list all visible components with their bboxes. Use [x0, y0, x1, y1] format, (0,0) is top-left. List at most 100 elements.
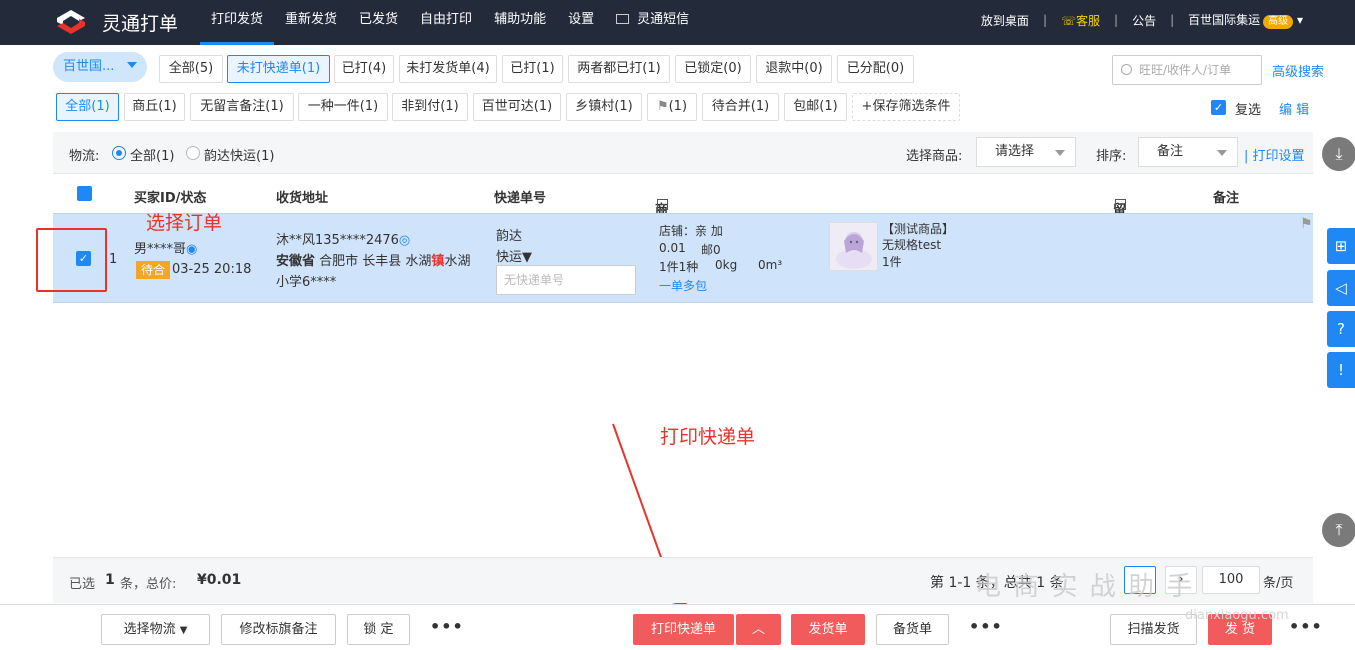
search-icon: [1121, 64, 1132, 75]
express-type-select[interactable]: 快运▼: [496, 246, 532, 265]
buyer-id[interactable]: 男****哥◉: [134, 238, 197, 257]
radio-all[interactable]: [112, 146, 126, 160]
filter-flag[interactable]: ⚑(1): [647, 93, 697, 121]
address-part: 合肥市 长丰县 水湖: [319, 254, 432, 269]
caret-down-icon: [126, 62, 137, 68]
col-address: 收货地址: [276, 191, 329, 206]
tab-locked[interactable]: 已锁定(0): [675, 55, 751, 83]
filter-shangqiu[interactable]: 商丘(1): [124, 93, 185, 121]
nav-reship[interactable]: 重新发货: [274, 0, 348, 45]
address-province: 安徽省: [276, 254, 316, 269]
eye-icon[interactable]: ◎: [399, 233, 410, 248]
modify-flag-button[interactable]: 修改标旗备注: [221, 614, 336, 645]
filter-free-shipping[interactable]: 包邮(1): [784, 93, 847, 121]
page-size-select[interactable]: 100: [1202, 566, 1260, 594]
tab-printed[interactable]: 已打(4): [334, 55, 394, 83]
filter-pending-merge[interactable]: 待合并(1): [702, 93, 779, 121]
chevron-up-icon: ︿: [751, 622, 765, 637]
nav-tools[interactable]: 辅助功能: [483, 0, 557, 45]
goods-label: 选择商品:: [906, 149, 963, 164]
download-icon[interactable]: ⤓: [1322, 137, 1355, 171]
notice-link[interactable]: 公告: [1132, 12, 1156, 29]
sort-select[interactable]: 备注: [1138, 137, 1238, 167]
back-to-top-icon[interactable]: ⤒: [1322, 513, 1355, 547]
nav-settings[interactable]: 设置: [557, 0, 605, 45]
caret-down-icon: ▼: [522, 250, 533, 265]
collapse-icon[interactable]: [1115, 199, 1126, 210]
lock-button[interactable]: 锁 定: [347, 614, 410, 645]
more-actions-button[interactable]: •••: [430, 617, 464, 636]
nav-shipped[interactable]: 已发货: [348, 0, 409, 45]
order-weight: 0kg: [715, 258, 738, 272]
nav-print-ship[interactable]: 打印发货: [200, 0, 275, 45]
more-ship-button[interactable]: •••: [1289, 617, 1323, 636]
table-row[interactable]: ✓ 1 男****哥◉ 待合 03-25 20:18 沐**风135****24…: [53, 213, 1313, 303]
more-print-button[interactable]: •••: [969, 617, 1003, 636]
tab-refunding[interactable]: 退款中(0): [756, 55, 832, 83]
print-settings-link[interactable]: | 打印设置: [1244, 145, 1305, 164]
account-menu[interactable]: 百世国际集运 高级 ▾: [1188, 11, 1303, 29]
main-nav: 打印发货 重新发货 已发货 自由打印 辅助功能 设置 灵通短信: [200, 0, 700, 45]
tab-unprinted-express[interactable]: 未打快递单(1): [227, 55, 330, 83]
filter-no-message[interactable]: 无留言备注(1): [190, 93, 294, 121]
search-input[interactable]: 旺旺/收件人/订单: [1112, 55, 1262, 85]
help-icon[interactable]: ?: [1327, 311, 1355, 347]
status-badge-text: 待合: [136, 261, 171, 279]
nav-free-print[interactable]: 自由打印: [409, 0, 483, 45]
save-filter-button[interactable]: +保存筛选条件: [852, 93, 960, 121]
headset-icon: ☏: [1060, 13, 1076, 28]
filter-flag-label: (1): [668, 99, 688, 114]
flag-icon[interactable]: ⚑: [1300, 216, 1313, 232]
table-header: ✓ 买家ID/状态 收货地址 快递单号 商品信息 留言 备注: [53, 175, 1313, 275]
ship-doc-button[interactable]: 发货单: [791, 614, 865, 645]
filter-rural[interactable]: 乡镇村(1): [566, 93, 642, 121]
multi-pack-link[interactable]: 一单多包: [659, 277, 707, 294]
alert-icon[interactable]: !: [1327, 352, 1355, 388]
choose-logistics-button[interactable]: 选择物流 ▼: [101, 614, 210, 645]
multi-select-checkbox[interactable]: ✓: [1211, 100, 1226, 115]
shop-name: 店铺：亲 加: [659, 224, 723, 238]
receiver-name-phone: 沐**风135****2476◎: [276, 229, 410, 248]
customer-service-link[interactable]: ☏客服: [1061, 12, 1100, 29]
order-price: 0.01: [659, 241, 686, 255]
radio-all-label: 全部(1): [130, 149, 175, 164]
product-image[interactable]: [829, 222, 878, 271]
product-title: 【测试商品】: [882, 222, 955, 236]
filter-all[interactable]: 全部(1): [56, 93, 119, 121]
annotation-select-order: 选择订单: [146, 212, 223, 234]
company-select[interactable]: 百世国...: [53, 52, 147, 82]
tab-assigned[interactable]: 已分配(0): [837, 55, 914, 83]
chat-icon[interactable]: ◉: [186, 242, 197, 257]
nav-sms[interactable]: 灵通短信: [605, 0, 700, 45]
advanced-search-link[interactable]: 高级搜索: [1272, 61, 1324, 80]
company-select-value: 百世国...: [63, 59, 115, 74]
tab-unprinted-ship[interactable]: 未打发货单(4): [399, 55, 497, 83]
collapse-icon[interactable]: [657, 199, 668, 210]
filter-non-cod[interactable]: 非到付(1): [392, 93, 468, 121]
filter-single-item[interactable]: 一种一件(1): [298, 93, 388, 121]
top-right-menu: 放到桌面 | ☏客服 | 公告 | 百世国际集运 高级 ▾: [981, 0, 1303, 40]
vip-badge: 高级: [1263, 15, 1294, 29]
sort-label: 排序:: [1096, 149, 1127, 164]
radio-yunda-label: 韵达快运(1): [204, 149, 275, 164]
divider: |: [1170, 13, 1175, 27]
goods-select[interactable]: 请选择: [976, 137, 1076, 167]
scan-ship-button[interactable]: 扫描发货: [1110, 614, 1197, 645]
tab-all[interactable]: 全部(5): [159, 55, 223, 83]
caret-down-icon: ▼: [179, 625, 188, 636]
edit-link[interactable]: 编 辑: [1279, 99, 1309, 118]
print-express-button[interactable]: 打印快递单: [633, 614, 734, 645]
express-number-input[interactable]: 无快递单号: [496, 265, 636, 295]
filter-best-reach[interactable]: 百世可达(1): [473, 93, 561, 121]
caret-down-icon: [1217, 150, 1227, 156]
print-options-button[interactable]: ︿: [736, 614, 781, 645]
select-all-checkbox[interactable]: ✓: [77, 186, 94, 212]
tab-both-printed[interactable]: 两者都已打(1): [568, 55, 670, 83]
megaphone-icon[interactable]: ◁: [1327, 270, 1355, 306]
tab-printed-ship[interactable]: 已打(1): [502, 55, 563, 83]
radio-yunda[interactable]: [186, 146, 200, 160]
account-name: 百世国际集运: [1188, 13, 1261, 27]
gift-icon[interactable]: ⊞: [1327, 228, 1355, 264]
desktop-link[interactable]: 放到桌面: [981, 12, 1029, 29]
pick-doc-button[interactable]: 备货单: [876, 614, 949, 645]
